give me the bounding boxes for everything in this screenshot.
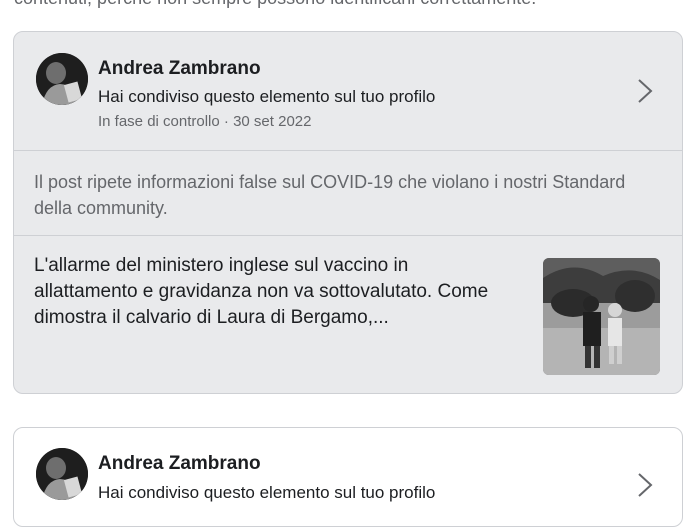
post-preview[interactable]: L'allarme del ministero inglese sul vacc…	[14, 236, 682, 393]
avatar	[36, 53, 88, 105]
chevron-right-icon[interactable]	[634, 76, 656, 106]
author-name: Andrea Zambrano	[98, 58, 261, 79]
post-text: L'allarme del ministero inglese sul vacc…	[34, 255, 489, 328]
shared-post-card[interactable]: Andrea Zambrano Hai condiviso questo ele…	[13, 31, 683, 394]
post-thumbnail	[543, 258, 660, 375]
share-action-text: Hai condiviso questo elemento sul tuo pr…	[98, 87, 436, 106]
violation-notice: Il post ripete informazioni false sul CO…	[34, 172, 626, 218]
shared-post-card[interactable]: Andrea Zambrano Hai condiviso questo ele…	[13, 427, 683, 527]
card-header[interactable]: Andrea Zambrano Hai condiviso questo ele…	[14, 32, 682, 150]
review-status: In fase di controllo · 30 set 2022	[98, 113, 312, 130]
share-action-text: Hai condiviso questo elemento sul tuo pr…	[98, 483, 436, 502]
card-header[interactable]: Andrea Zambrano Hai condiviso questo ele…	[14, 428, 682, 526]
author-name: Andrea Zambrano	[98, 453, 261, 474]
top-cut-text: contenuti, perché non sempre possono ide…	[14, 0, 684, 9]
avatar	[36, 448, 88, 500]
chevron-right-icon[interactable]	[634, 470, 656, 500]
